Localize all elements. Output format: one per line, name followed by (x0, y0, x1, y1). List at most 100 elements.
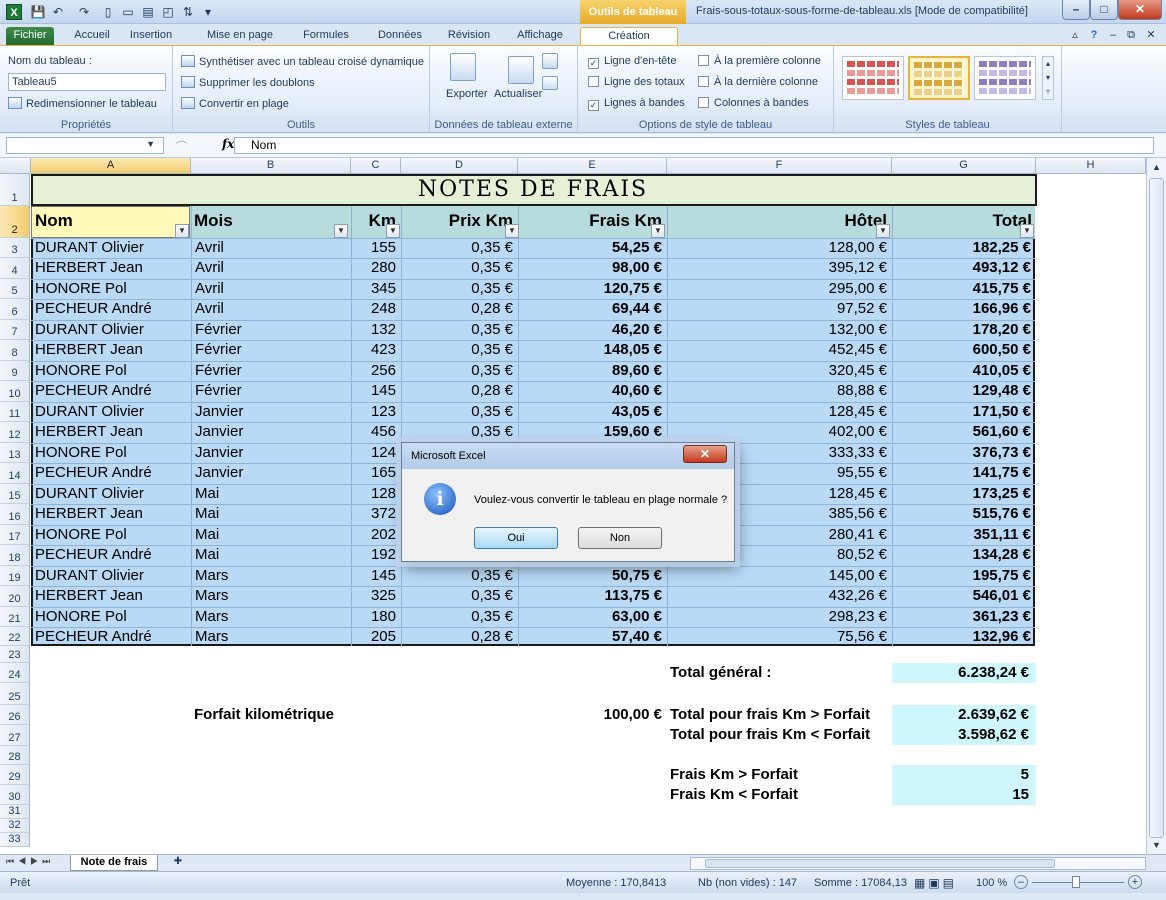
cell-km[interactable]: 165 (352, 463, 399, 483)
cell-nom[interactable]: HONORE Pol (32, 443, 130, 463)
row-header-20[interactable]: 20 (0, 586, 30, 607)
cell-km[interactable]: 372 (352, 504, 399, 524)
cell-total[interactable]: 361,23 € (893, 607, 1034, 627)
column-header-g[interactable]: G (892, 158, 1036, 174)
cell-total[interactable]: 376,73 € (893, 443, 1034, 463)
column-header-b[interactable]: B (191, 158, 351, 174)
row-header-31[interactable]: 31 (0, 805, 30, 819)
cell-prix-km[interactable]: 0,35 € (402, 586, 516, 606)
refresh-icon[interactable] (508, 56, 534, 84)
cell-mois[interactable]: Mars (192, 607, 231, 627)
cell-total[interactable]: 134,28 € (893, 545, 1034, 565)
cell-total[interactable]: 132,96 € (893, 627, 1034, 647)
cell-prix-km[interactable]: 0,35 € (402, 402, 516, 422)
cell-prix-km[interactable]: 0,35 € (402, 320, 516, 340)
cell-km[interactable]: 145 (352, 381, 399, 401)
cell-total[interactable]: 515,76 € (893, 504, 1034, 524)
cell-total[interactable]: 415,75 € (893, 279, 1034, 299)
cell-total[interactable]: 546,01 € (893, 586, 1034, 606)
cell-hotel[interactable]: 395,12 € (668, 258, 890, 278)
zoom-out-icon[interactable]: – (1014, 875, 1028, 889)
cell-nom[interactable]: HERBERT Jean (32, 504, 146, 524)
cell-prix-km[interactable]: 0,28 € (402, 627, 516, 647)
dialog-titlebar[interactable]: Microsoft Excel ✕ (402, 443, 734, 469)
filter-km-icon[interactable]: ▼ (386, 224, 400, 238)
row-header-29[interactable]: 29 (0, 765, 30, 785)
header-hotel[interactable]: Hôtel (667, 211, 890, 231)
open-icon[interactable]: ▭ (120, 4, 136, 20)
cell-frais-km[interactable]: 159,60 € (519, 422, 665, 442)
maximize-button[interactable]: □ (1090, 0, 1118, 20)
cell-total[interactable]: 182,25 € (893, 238, 1034, 258)
total-sup-forfait-value[interactable]: 2.639,62 € (892, 705, 1032, 725)
first-column-checkbox[interactable]: À la première colonne (698, 55, 821, 67)
column-header-h[interactable]: H (1036, 158, 1146, 174)
cell-hotel[interactable]: 432,26 € (668, 586, 890, 606)
row-header-27[interactable]: 27 (0, 725, 30, 746)
total-row-check[interactable] (588, 76, 599, 87)
header-row-check[interactable]: ✓ (588, 58, 599, 69)
forfait-value[interactable]: 100,00 € (518, 705, 665, 725)
first-col-check[interactable] (698, 55, 709, 66)
row-header-4[interactable]: 4 (0, 258, 30, 279)
zoom-level[interactable]: 100 % (976, 877, 1007, 889)
cell-nom[interactable]: PECHEUR André (32, 545, 155, 565)
tab-revision[interactable]: Révision (440, 27, 498, 46)
tab-creation[interactable]: Création (580, 27, 678, 46)
header-row-checkbox[interactable]: ✓ Ligne d'en-tête (588, 55, 676, 69)
cell-total[interactable]: 171,50 € (893, 402, 1034, 422)
cell-prix-km[interactable]: 0,35 € (402, 607, 516, 627)
cell-km[interactable]: 456 (352, 422, 399, 442)
cell-mois[interactable]: Avril (192, 258, 227, 278)
tab-mise-en-page[interactable]: Mise en page (200, 27, 280, 46)
row-header-16[interactable]: 16 (0, 504, 30, 525)
banded-columns-checkbox[interactable]: Colonnes à bandes (698, 97, 809, 109)
redo-icon[interactable]: ↷ (76, 4, 92, 20)
cell-km[interactable]: 256 (352, 361, 399, 381)
cell-nom[interactable]: PECHEUR André (32, 299, 155, 319)
excel-logo-icon[interactable]: X (6, 4, 22, 20)
count-sup-forfait-value[interactable]: 5 (892, 765, 1032, 785)
cell-hotel[interactable]: 320,45 € (668, 361, 890, 381)
cell-frais-km[interactable]: 57,40 € (519, 627, 665, 647)
cell-mois[interactable]: Janvier (192, 463, 246, 483)
dialog-close-button[interactable]: ✕ (683, 445, 727, 463)
no-button[interactable]: Non (578, 527, 662, 549)
cell-mois[interactable]: Janvier (192, 422, 246, 442)
banded-rows-check[interactable]: ✓ (588, 100, 599, 111)
zoom-in-icon[interactable]: + (1128, 875, 1142, 889)
row-header-5[interactable]: 5 (0, 279, 30, 299)
view-mode-icons[interactable]: ▦▣▤ (914, 876, 957, 890)
cell-km[interactable]: 132 (352, 320, 399, 340)
cell-frais-km[interactable]: 50,75 € (519, 566, 665, 586)
total-inf-forfait-value[interactable]: 3.598,62 € (892, 725, 1032, 745)
cell-hotel[interactable]: 128,45 € (668, 402, 890, 422)
filter-hotel-icon[interactable]: ▼ (876, 224, 890, 238)
name-box[interactable]: ▼ (6, 137, 164, 154)
cell-total[interactable]: 561,60 € (893, 422, 1034, 442)
header-nom[interactable]: Nom (32, 211, 76, 231)
cell-mois[interactable]: Mai (192, 525, 222, 545)
header-frais-km[interactable]: Frais Km (518, 211, 665, 231)
cell-mois[interactable]: Mai (192, 504, 222, 524)
horizontal-scrollbar[interactable] (690, 857, 1146, 870)
cell-mois[interactable]: Mars (192, 586, 231, 606)
cell-prix-km[interactable]: 0,35 € (402, 566, 516, 586)
count-inf-forfait-label[interactable]: Frais Km < Forfait (667, 785, 801, 805)
print-icon[interactable]: ▤ (140, 4, 156, 20)
cell-frais-km[interactable]: 54,25 € (519, 238, 665, 258)
tab-affichage[interactable]: Affichage (508, 27, 572, 46)
cell-total[interactable]: 410,05 € (893, 361, 1034, 381)
doc-minimize-icon[interactable]: – (1106, 27, 1120, 46)
row-header-12[interactable]: 12 (0, 422, 30, 443)
cell-total[interactable]: 173,25 € (893, 484, 1034, 504)
cell-km[interactable]: 145 (352, 566, 399, 586)
cell-nom[interactable]: PECHEUR André (32, 463, 155, 483)
cell-nom[interactable]: HERBERT Jean (32, 586, 146, 606)
cell-frais-km[interactable]: 40,60 € (519, 381, 665, 401)
row-header-30[interactable]: 30 (0, 785, 30, 805)
cell-frais-km[interactable]: 98,00 € (519, 258, 665, 278)
column-header-d[interactable]: D (401, 158, 518, 174)
fx-icon[interactable]: fx (222, 137, 234, 151)
total-inf-forfait-label[interactable]: Total pour frais Km < Forfait (667, 725, 873, 745)
